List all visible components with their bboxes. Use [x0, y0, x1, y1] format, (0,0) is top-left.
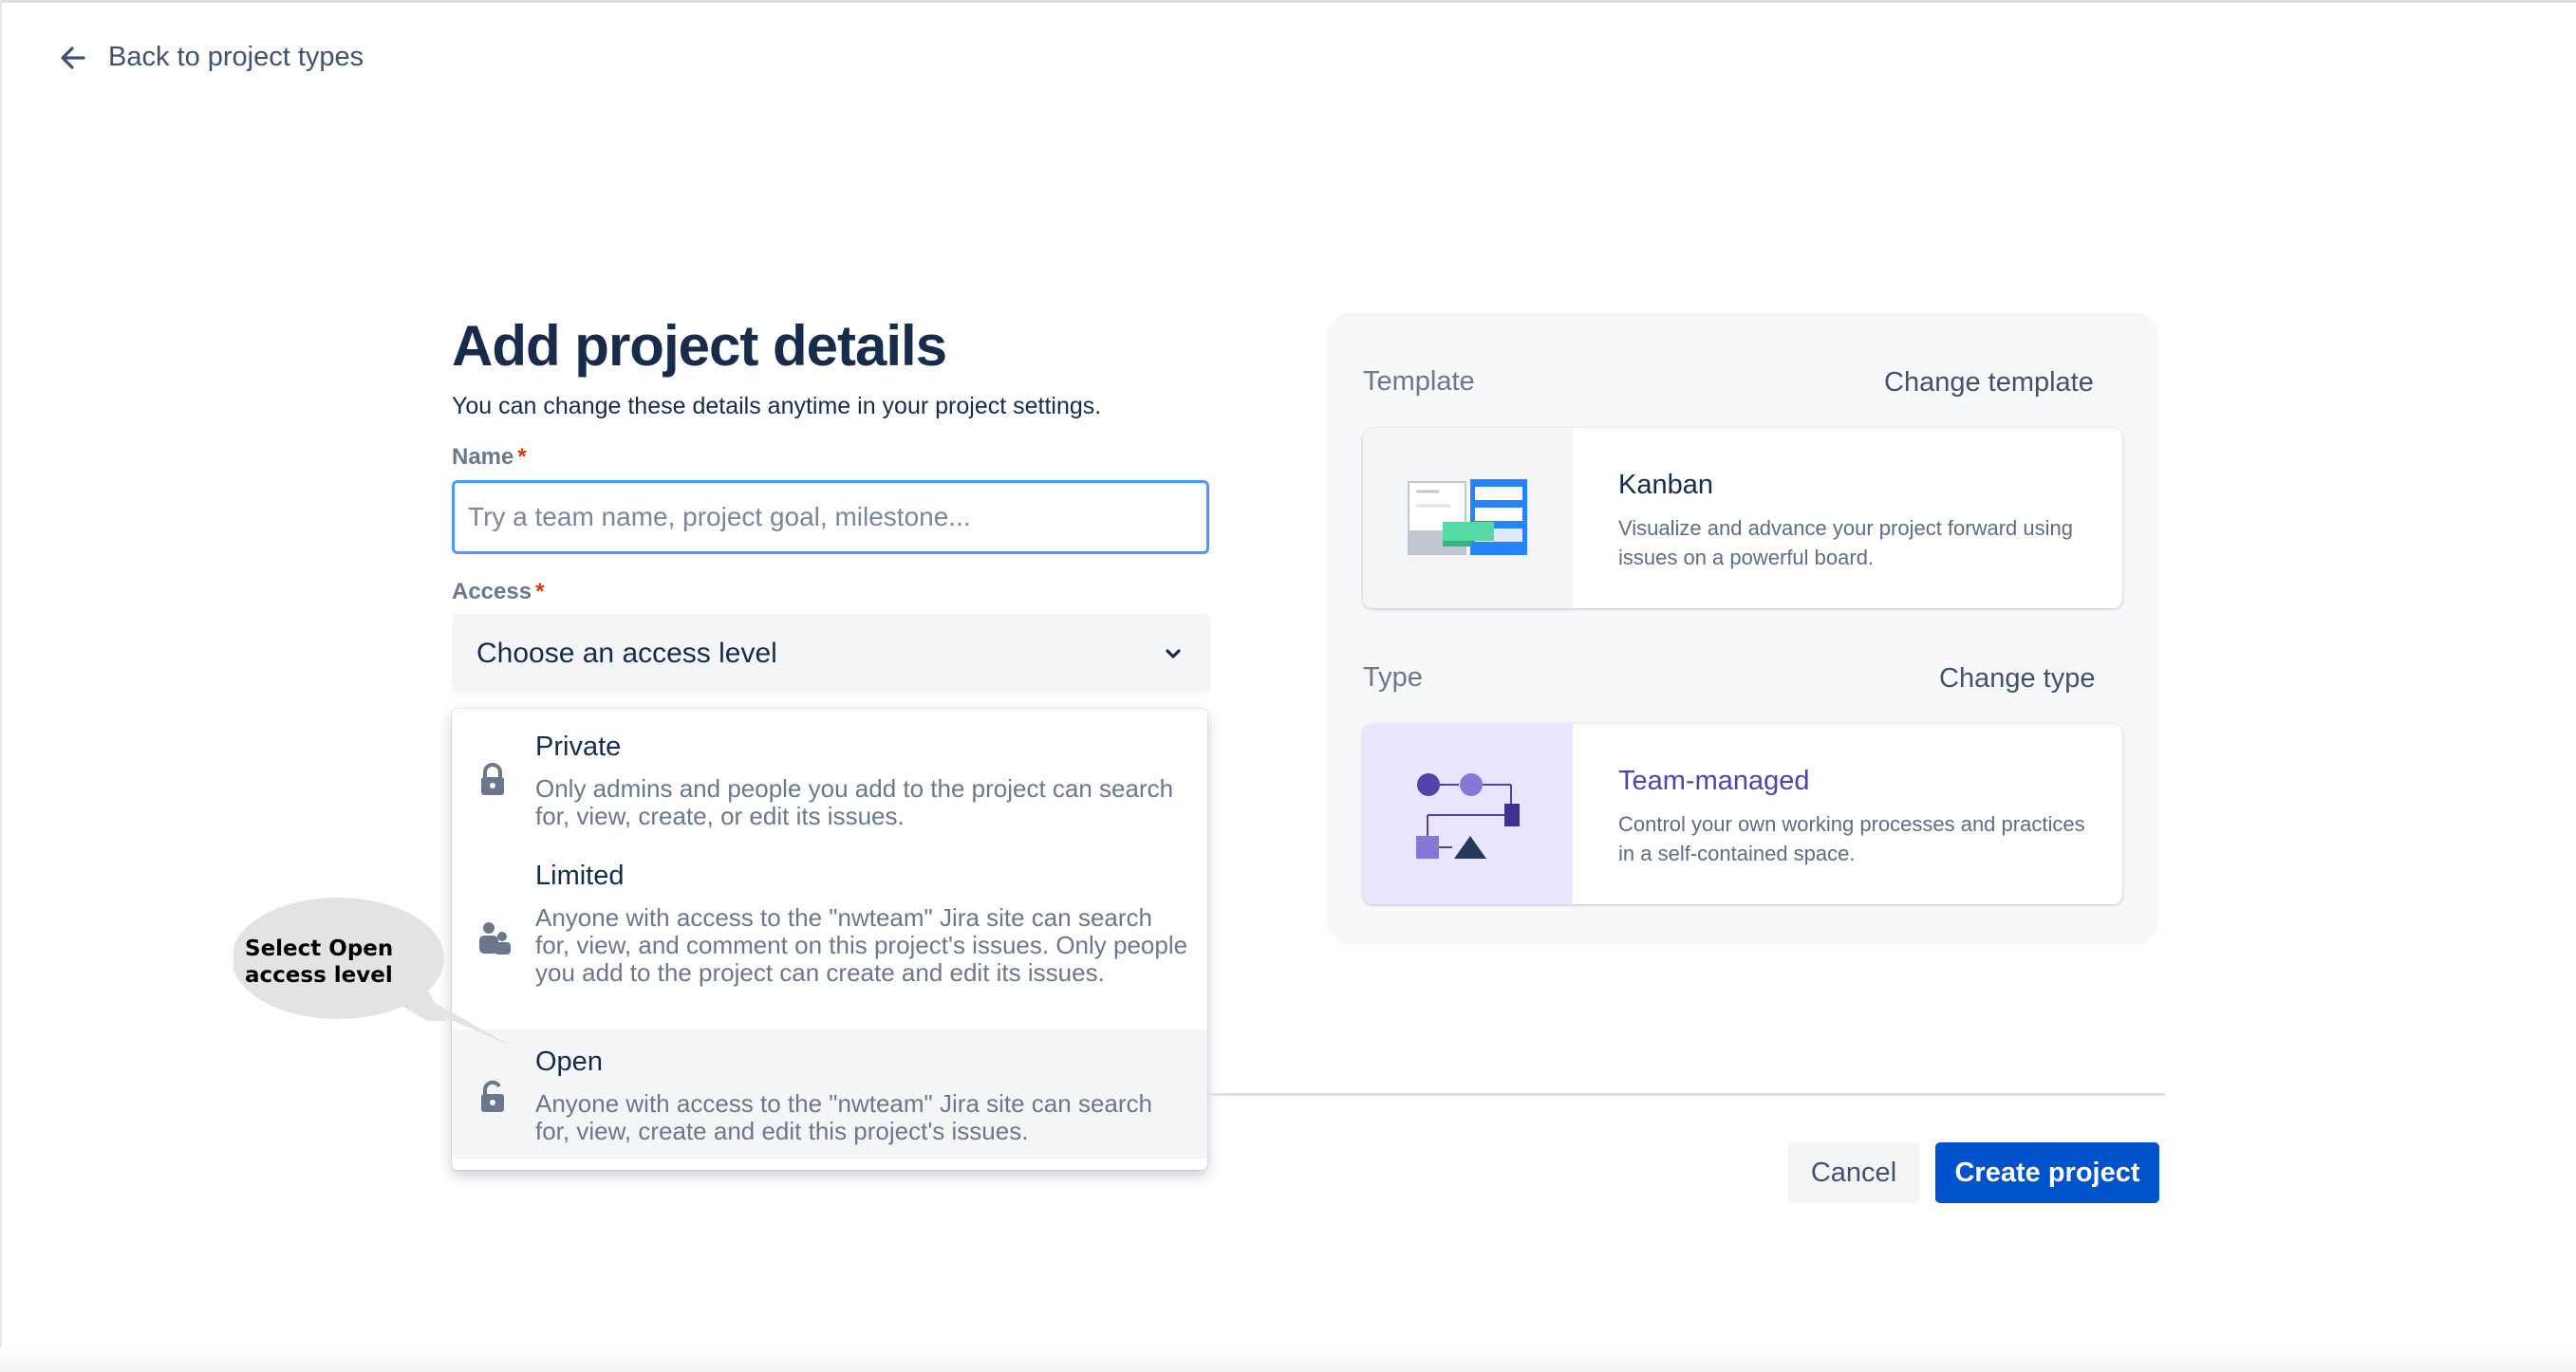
- kanban-illustration: [1363, 428, 1573, 608]
- option-title: Private: [535, 732, 622, 762]
- template-card-title: Kanban: [1618, 470, 1713, 500]
- access-select-value: Choose an access level: [476, 637, 777, 669]
- unlock-icon: [481, 1080, 504, 1112]
- team-managed-illustration: [1363, 724, 1573, 904]
- change-type-link[interactable]: Change type: [1939, 663, 2095, 695]
- type-card-description: Control your own working processes and p…: [1618, 812, 2085, 865]
- page-title: Add project details: [452, 314, 947, 378]
- lock-icon: [481, 763, 504, 795]
- access-option-private[interactable]: Private Only admins and people you add t…: [452, 709, 1207, 838]
- option-description: Anyone with access to the "nwteam" Jira …: [535, 1089, 1152, 1145]
- option-description: Only admins and people you add to the pr…: [535, 774, 1174, 830]
- page-subtitle: You can change these details anytime in …: [452, 393, 1102, 419]
- option-title: Open: [535, 1047, 603, 1077]
- option-title: Limited: [535, 861, 625, 891]
- cancel-button[interactable]: Cancel: [1788, 1142, 1919, 1203]
- access-option-open[interactable]: Open Anyone with access to the "nwteam" …: [452, 1029, 1207, 1159]
- access-field-label: Access *: [452, 579, 544, 605]
- left-border: [0, 0, 2, 1372]
- create-project-button[interactable]: Create project: [1935, 1142, 2159, 1203]
- back-to-project-types-link[interactable]: Back to project types: [59, 42, 364, 73]
- back-link-label: Back to project types: [108, 42, 364, 72]
- access-option-limited[interactable]: Limited Anyone with access to the "nwtea…: [452, 838, 1207, 1024]
- footer-divider: [1208, 1093, 2165, 1096]
- required-asterisk: *: [517, 444, 527, 470]
- change-template-link[interactable]: Change template: [1884, 367, 2094, 399]
- access-level-select[interactable]: Choose an access level: [452, 614, 1210, 693]
- callout-pointer: [389, 977, 511, 1046]
- name-label-text: Name: [452, 444, 514, 470]
- callout-line-1: Select Open: [245, 936, 394, 961]
- template-label: Template: [1363, 366, 1475, 397]
- project-name-input[interactable]: [452, 480, 1209, 554]
- name-field-label: Name *: [452, 444, 527, 471]
- callout-line-2: access level: [245, 963, 393, 988]
- callout-text: Select Open access level: [245, 936, 393, 989]
- access-label-text: Access: [452, 579, 532, 604]
- access-level-dropdown: Private Only admins and people you add t…: [452, 709, 1207, 1170]
- bottom-shadow: [0, 1347, 2576, 1372]
- kanban-template-card[interactable]: Kanban Visualize and advance your projec…: [1363, 428, 2122, 608]
- template-card-description: Visualize and advance your project forwa…: [1618, 516, 2073, 569]
- required-asterisk: *: [535, 579, 545, 604]
- team-managed-type-card[interactable]: Team-managed Control your own working pr…: [1363, 724, 2122, 904]
- type-card-title: Team-managed: [1618, 766, 1810, 796]
- top-border: [0, 0, 2576, 3]
- option-description: Anyone with access to the "nwteam" Jira …: [535, 903, 1188, 987]
- arrow-left-icon: [61, 46, 85, 69]
- type-label: Type: [1363, 662, 1423, 693]
- people-icon: [479, 922, 511, 955]
- chevron-down-icon: [1166, 648, 1181, 658]
